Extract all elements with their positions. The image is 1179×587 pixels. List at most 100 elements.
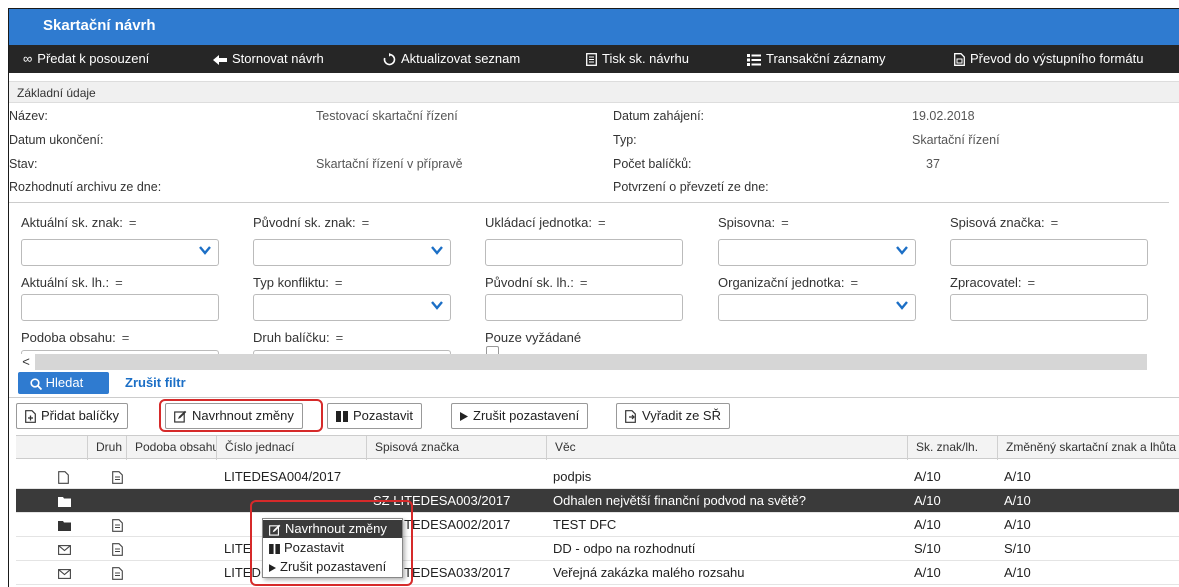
package-count-label: Počet balíčků: [613, 157, 692, 171]
cancel-pause-button[interactable]: Zrušit pozastavení [451, 403, 589, 429]
filter-original-mark-select[interactable] [253, 239, 451, 266]
edit-icon [269, 520, 281, 538]
envelope-icon [58, 537, 71, 561]
type-value: Skartační řízení [912, 133, 1000, 147]
folder-icon [58, 489, 71, 513]
search-button[interactable]: Hledat [18, 372, 109, 394]
action-bar: Přidat balíčky Navrhnout změny Pozastavi… [9, 397, 1179, 435]
print-proposal-button[interactable]: Tisk sk. návrhu [586, 45, 689, 73]
refresh-icon [383, 45, 396, 73]
cell-mark-period: A/10 [914, 565, 941, 580]
filter-original-period-input[interactable] [485, 294, 683, 321]
chevron-down-icon [199, 246, 211, 255]
filter-current-period-input[interactable] [21, 294, 219, 321]
filter-content-form-label: Podoba obsahu: = [21, 330, 130, 345]
table-row[interactable]: SZ LITEDESA002/2017 TEST DFC A/10 A/10 [16, 513, 1179, 537]
filter-requested-only-label: Pouze vyžádané [485, 330, 582, 345]
refresh-list-button[interactable]: Aktualizovat seznam [383, 45, 520, 73]
table-header: Druh Podoba obsahu Číslo jednací Spisová… [16, 435, 1179, 460]
table-row[interactable]: LITEDESA004/2017 podpis A/10 A/10 [16, 465, 1179, 489]
table-row[interactable]: LITEDESA040/2017 SZ LITEDESA033/2017 Veř… [16, 561, 1179, 585]
filter-storage-unit-label: Ukládací jednotka: = [485, 215, 606, 230]
cell-mark-period: A/10 [914, 469, 941, 484]
filter-file-mark-label: Spisová značka: = [950, 215, 1059, 230]
context-propose-changes[interactable]: Navrhnout změny [263, 520, 402, 538]
filter-storage-unit-input[interactable] [485, 239, 683, 266]
filter-original-mark-label: Původní sk. znak: = [253, 215, 370, 230]
cell-reference-number: LITEDESA004/2017 [224, 469, 342, 484]
column-header[interactable]: Spisová značka [366, 436, 546, 460]
name-value: Testovací skartační řízení [316, 109, 458, 123]
toolbar: ∞ Předat k posouzení Stornovat návrh Aktu… [9, 45, 1179, 73]
state-value: Skartační řízení v přípravě [316, 157, 463, 171]
start-date-value: 19.02.2018 [912, 109, 975, 123]
column-header[interactable]: Sk. znak/lh. [907, 436, 997, 460]
folder-icon [58, 513, 71, 537]
remove-from-procedure-button[interactable]: Vyřadit ze SŘ [616, 403, 730, 429]
transaction-records-button[interactable]: Transakční záznamy [747, 45, 885, 73]
cell-changed-mark: S/10 [1004, 541, 1031, 556]
cell-changed-mark: A/10 [1004, 565, 1031, 580]
filter-org-unit-label: Organizační jednotka: = [718, 275, 859, 290]
filter-current-period-label: Aktuální sk. lh.: = [21, 275, 123, 290]
column-header[interactable]: Druh [87, 436, 126, 460]
archive-decision-label: Rozhodnutí archivu ze dne: [9, 180, 162, 194]
filter-conflict-type-select[interactable] [253, 294, 451, 321]
cell-mark-period: A/10 [914, 493, 941, 508]
context-cancel-pause[interactable]: Zrušit pozastavení [263, 558, 402, 576]
forward-to-review-button[interactable]: ∞ Předat k posouzení [23, 45, 149, 73]
filter-registry-select[interactable] [718, 239, 916, 266]
table-row[interactable]: LITE DD - odpo na rozhodnutí S/10 S/10 [16, 537, 1179, 561]
chevron-down-icon [431, 246, 443, 255]
column-header[interactable]: Číslo jednací [216, 436, 366, 460]
cell-changed-mark: A/10 [1004, 493, 1031, 508]
envelope-icon [58, 561, 71, 585]
filter-file-mark-input[interactable] [950, 239, 1148, 266]
cell-mark-period: S/10 [914, 541, 941, 556]
context-pause[interactable]: Pozastavit [263, 539, 402, 557]
play-icon [460, 404, 468, 428]
scroll-left-button[interactable]: < [17, 354, 35, 370]
list-icon [747, 45, 761, 73]
add-packages-button[interactable]: Přidat balíčky [16, 403, 129, 429]
play-icon [269, 558, 276, 576]
start-date-label: Datum zahájení: [613, 109, 705, 123]
arrow-left-icon [213, 45, 227, 73]
column-header[interactable]: Věc [546, 436, 907, 460]
column-header[interactable]: Podoba obsahu [126, 436, 216, 460]
convert-output-format-button[interactable]: Převod do výstupního formátu [954, 45, 1143, 73]
propose-changes-button[interactable]: Navrhnout změny [165, 403, 303, 429]
filter-processor-label: Zpracovatel: = [950, 275, 1036, 290]
cell-subject: DD - odpo na rozhodnutí [553, 541, 696, 556]
cancel-filter-link[interactable]: Zrušit filtr [125, 375, 186, 390]
table-row[interactable]: SZ LITEDESA003/2017 Odhalen největší fin… [16, 489, 1179, 513]
remove-file-icon [625, 404, 637, 428]
cell-changed-mark: A/10 [1004, 517, 1031, 532]
column-header[interactable] [16, 436, 87, 460]
package-count-value: 37 [926, 157, 940, 171]
name-label: Název: [9, 109, 48, 123]
filter-registry-label: Spisovna: = [718, 215, 789, 230]
filter-current-mark-select[interactable] [21, 239, 219, 266]
pause-button[interactable]: Pozastavit [327, 403, 422, 429]
column-header[interactable]: Změněný skartační znak a lhůta [997, 436, 1179, 460]
filter-processor-input[interactable] [950, 294, 1148, 321]
filter-org-unit-select[interactable] [718, 294, 916, 321]
cell-mark-period: A/10 [914, 517, 941, 532]
cell-reference-number: LITE [224, 541, 252, 556]
print-icon [586, 45, 597, 73]
link-icon: ∞ [23, 51, 33, 66]
text-file-icon [112, 513, 123, 537]
cancel-proposal-button[interactable]: Stornovat návrh [213, 45, 324, 73]
pause-icon [336, 404, 348, 428]
filter-current-mark-label: Aktuální sk. znak: = [21, 215, 137, 230]
takeover-confirmation-label: Potvrzení o převzetí ze dne: [613, 180, 769, 194]
horizontal-scrollbar[interactable] [17, 354, 1147, 370]
page-title: Skartační návrh [9, 9, 1179, 45]
search-icon [30, 375, 46, 390]
basic-info-header: Základní údaje [9, 81, 1179, 103]
type-label: Typ: [613, 133, 637, 147]
filter-package-type-label: Druh balíčku: = [253, 330, 344, 345]
document-icon [58, 465, 69, 489]
filter-original-period-label: Původní sk. lh.: = [485, 275, 588, 290]
